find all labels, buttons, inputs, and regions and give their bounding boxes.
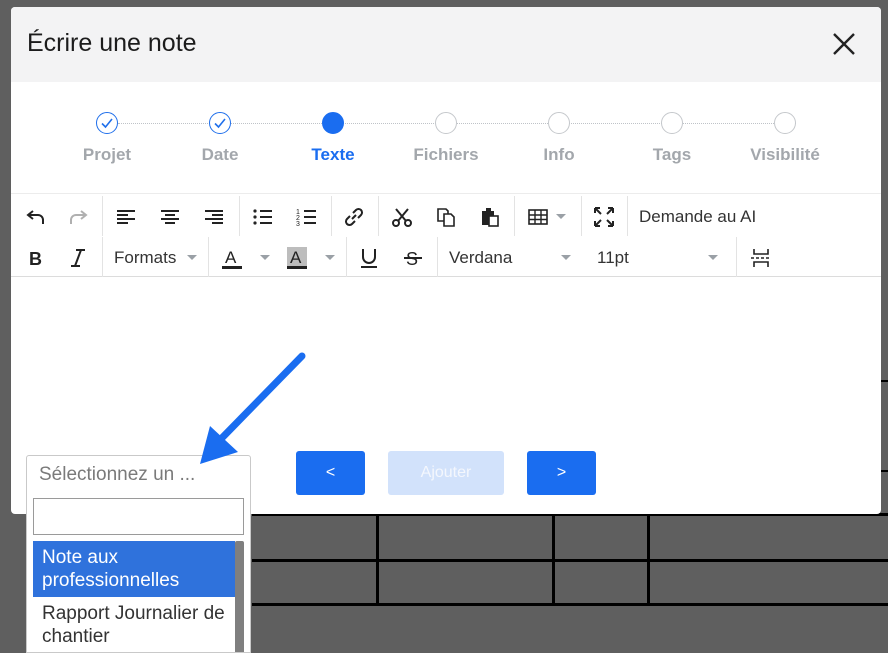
step-tags[interactable]: Tags <box>612 112 732 165</box>
step-label: Texte <box>311 145 355 164</box>
check-icon <box>96 112 118 134</box>
align-right-icon <box>205 210 223 224</box>
step-fichiers[interactable]: Fichiers <box>386 112 506 165</box>
toolbar-row-2: B Formats A A S Verd <box>11 237 881 277</box>
fullscreen-icon <box>594 207 614 227</box>
bullet-list-button[interactable] <box>250 203 276 231</box>
select-option[interactable]: Rapport Journalier de chantier <box>33 597 235 652</box>
svg-text:3: 3 <box>296 221 300 228</box>
chevron-down-icon[interactable] <box>708 255 718 260</box>
step-projet[interactable]: Projet <box>47 112 167 165</box>
editor-toolbar: 123 Demande au AI B Formats A A Verdana … <box>11 193 881 277</box>
undo-icon <box>26 210 44 224</box>
numbered-list-icon: 123 <box>296 209 316 228</box>
pending-step-circle-icon <box>548 112 570 134</box>
svg-text:A: A <box>225 248 237 267</box>
step-label: Date <box>201 145 239 164</box>
table-button[interactable] <box>525 203 551 231</box>
step-label: Info <box>543 145 575 164</box>
highlight-color-button[interactable]: A <box>284 244 310 272</box>
paste-button[interactable] <box>477 203 503 231</box>
select-search-input[interactable] <box>33 498 244 535</box>
select-scrollbar[interactable] <box>235 541 244 652</box>
undo-button[interactable] <box>23 203 49 231</box>
step-visibilite[interactable]: Visibilité <box>725 112 845 165</box>
copy-button[interactable] <box>433 203 459 231</box>
active-step-dot-icon <box>322 112 344 134</box>
pending-step-circle-icon <box>435 112 457 134</box>
fullscreen-button[interactable] <box>591 203 617 231</box>
page-break-icon <box>751 249 771 267</box>
step-label: Projet <box>82 145 132 164</box>
font-size-dropdown[interactable]: 11pt <box>597 245 629 271</box>
numbered-list-button[interactable]: 123 <box>294 203 320 231</box>
redo-icon <box>70 210 88 224</box>
step-label: Fichiers <box>413 145 479 164</box>
annotation-arrow-icon <box>200 352 306 464</box>
editor-content-area[interactable] <box>11 278 881 438</box>
check-icon <box>209 112 231 134</box>
paste-icon <box>482 208 499 227</box>
select-placeholder[interactable]: Sélectionnez un ... <box>39 464 195 486</box>
note-type-select[interactable]: Sélectionnez un ... Note aux professionn… <box>26 455 251 653</box>
page-break-button[interactable] <box>748 244 774 272</box>
formats-dropdown[interactable]: Formats <box>114 245 176 271</box>
align-center-button[interactable] <box>157 203 183 231</box>
step-label: Tags <box>652 145 692 164</box>
bold-icon: B <box>29 249 42 269</box>
copy-icon <box>437 208 455 227</box>
underline-button[interactable] <box>356 244 382 272</box>
step-texte[interactable]: Texte <box>273 112 393 165</box>
stepper: Projet Date Texte Fichiers Info Tags Vis… <box>11 112 881 182</box>
align-left-button[interactable] <box>113 203 139 231</box>
redo-button[interactable] <box>65 203 91 231</box>
italic-button[interactable] <box>65 244 91 272</box>
add-button[interactable]: Ajouter <box>388 451 504 495</box>
modal-title: Écrire une note <box>27 29 197 57</box>
close-button[interactable] <box>831 31 857 57</box>
chevron-down-icon[interactable] <box>556 214 566 219</box>
note-modal: Écrire une note Projet Date Texte Fichie… <box>11 7 881 514</box>
next-button[interactable]: > <box>527 451 596 495</box>
align-right-button[interactable] <box>201 203 227 231</box>
modal-header: Écrire une note <box>11 7 881 82</box>
text-color-icon: A <box>222 248 242 269</box>
italic-icon <box>71 249 85 267</box>
pending-step-circle-icon <box>661 112 683 134</box>
chevron-down-icon[interactable] <box>260 255 270 260</box>
cut-button[interactable] <box>389 203 415 231</box>
ask-ai-button[interactable]: Demande au AI <box>639 204 756 230</box>
align-left-icon <box>117 210 135 224</box>
highlight-color-icon: A <box>287 247 307 269</box>
chevron-down-icon[interactable] <box>187 255 197 260</box>
strikethrough-icon: S <box>404 249 422 269</box>
chevron-down-icon[interactable] <box>561 255 571 260</box>
font-family-dropdown[interactable]: Verdana <box>449 245 512 271</box>
table-icon <box>528 209 548 225</box>
svg-text:A: A <box>290 248 302 267</box>
link-icon <box>344 207 364 227</box>
cut-icon <box>392 208 412 227</box>
bold-button[interactable]: B <box>23 244 49 272</box>
strikethrough-button[interactable]: S <box>400 244 426 272</box>
align-center-icon <box>161 210 179 224</box>
step-date[interactable]: Date <box>160 112 280 165</box>
toolbar-row-1: 123 Demande au AI <box>11 196 881 236</box>
underline-icon <box>361 249 377 268</box>
step-info[interactable]: Info <box>499 112 619 165</box>
step-label: Visibilité <box>750 145 820 164</box>
chevron-down-icon[interactable] <box>325 255 335 260</box>
bullet-list-icon <box>253 209 272 225</box>
close-icon <box>833 33 855 55</box>
svg-text:B: B <box>29 249 42 269</box>
select-option[interactable]: Note aux professionnelles <box>33 541 235 597</box>
link-button[interactable] <box>341 203 367 231</box>
text-color-button[interactable]: A <box>219 244 245 272</box>
background-table <box>252 513 888 653</box>
select-options-list: Note aux professionnelles Rapport Journa… <box>33 541 235 652</box>
pending-step-circle-icon <box>774 112 796 134</box>
